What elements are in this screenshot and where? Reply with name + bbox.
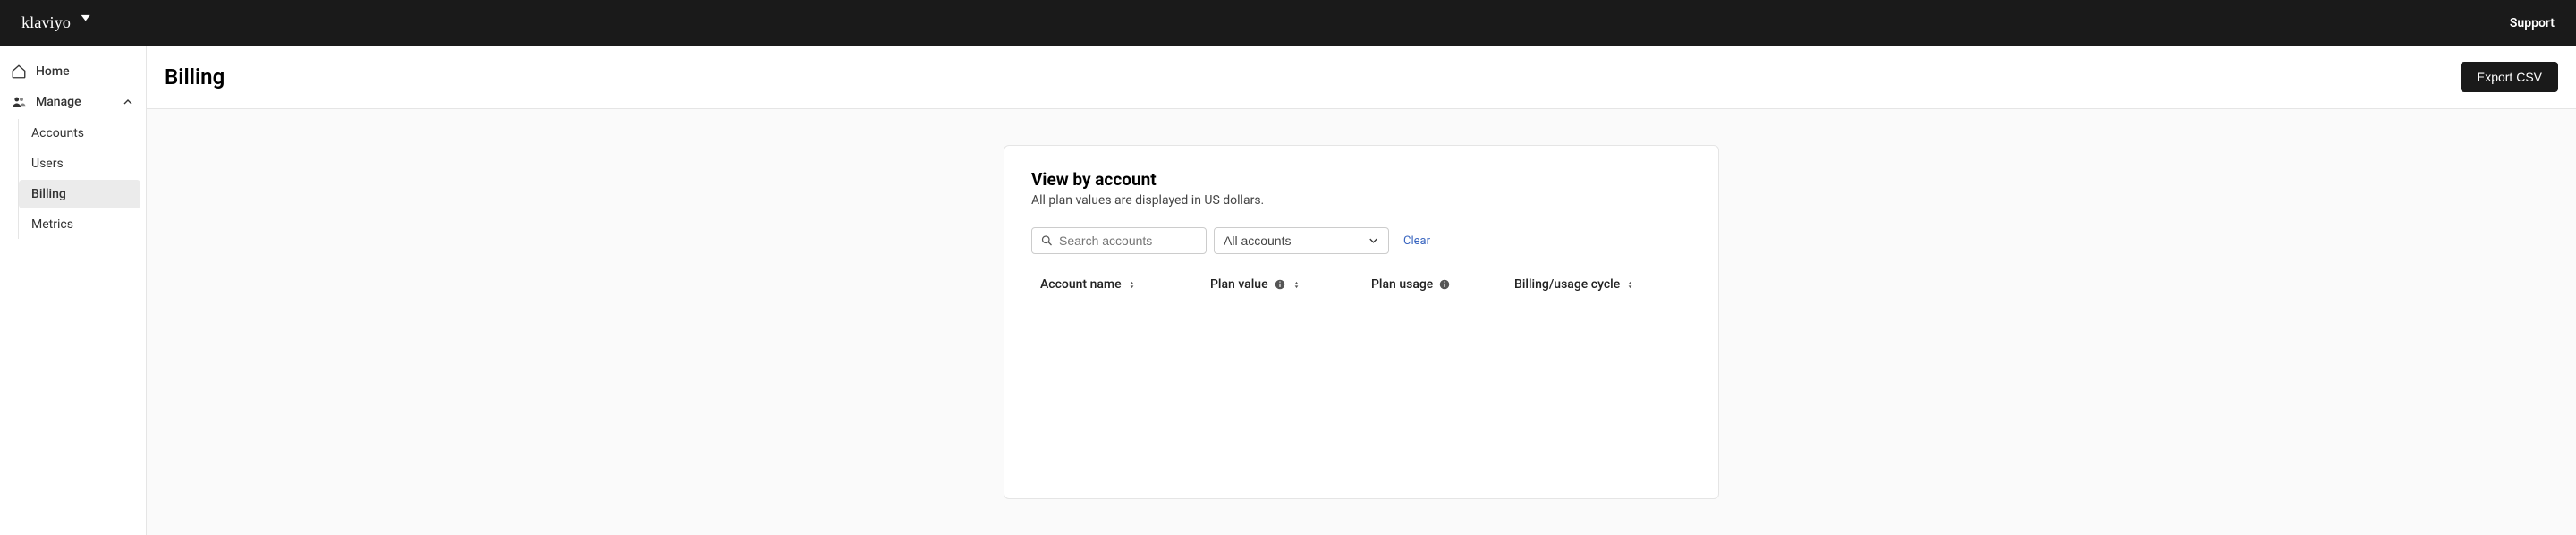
people-icon [11, 94, 27, 110]
sort-icon [1127, 280, 1137, 290]
klaviyo-logo-icon: klaviyo [21, 13, 111, 34]
search-icon [1040, 234, 1054, 248]
sidebar-home-label: Home [36, 64, 70, 79]
support-link[interactable]: Support [2510, 16, 2555, 30]
col-name-label: Account name [1040, 277, 1122, 292]
card-subtitle: All plan values are displayed in US doll… [1031, 193, 1691, 208]
chevron-up-icon [121, 95, 135, 109]
accounts-dropdown[interactable]: All accounts [1214, 227, 1389, 254]
table-header-row: Account name Plan value [1031, 277, 1691, 292]
svg-text:klaviyo: klaviyo [21, 13, 71, 30]
sidebar-item-home[interactable]: Home [0, 56, 146, 87]
content-area: View by account All plan values are disp… [147, 109, 2576, 535]
main-content: Billing Export CSV View by account All p… [147, 46, 2576, 535]
search-accounts-input[interactable] [1031, 227, 1207, 254]
column-header-billing-cycle[interactable]: Billing/usage cycle [1514, 277, 1657, 292]
card-title: View by account [1031, 169, 1691, 190]
filter-controls: All accounts Clear [1031, 227, 1691, 254]
view-by-account-card: View by account All plan values are disp… [1004, 145, 1719, 499]
col-value-label: Plan value [1210, 277, 1268, 292]
export-csv-button[interactable]: Export CSV [2461, 62, 2558, 92]
page-header: Billing Export CSV [147, 46, 2576, 109]
sidebar: Home Manage Accounts Users Billing Metri… [0, 46, 147, 535]
column-header-plan-usage[interactable]: Plan usage [1371, 277, 1514, 292]
sort-icon [1625, 280, 1635, 290]
col-cycle-label: Billing/usage cycle [1514, 277, 1620, 292]
column-header-plan-value[interactable]: Plan value [1210, 277, 1371, 292]
info-icon[interactable] [1438, 278, 1451, 291]
search-wrapper [1031, 227, 1207, 254]
sort-icon [1292, 280, 1301, 290]
top-bar: klaviyo Support [0, 0, 2576, 46]
page-title: Billing [165, 64, 225, 89]
home-icon [11, 64, 27, 80]
column-header-account-name[interactable]: Account name [1040, 277, 1210, 292]
sidebar-manage-label: Manage [36, 95, 81, 109]
brand-logo[interactable]: klaviyo [21, 13, 111, 34]
sidebar-item-accounts[interactable]: Accounts [19, 119, 140, 148]
info-icon[interactable] [1274, 278, 1286, 291]
sidebar-item-billing[interactable]: Billing [19, 180, 140, 208]
sidebar-item-metrics[interactable]: Metrics [19, 210, 140, 239]
sidebar-item-users[interactable]: Users [19, 149, 140, 178]
clear-filters-link[interactable]: Clear [1403, 234, 1430, 248]
sidebar-manage-submenu: Accounts Users Billing Metrics [18, 119, 146, 239]
accounts-dropdown-button[interactable]: All accounts [1214, 227, 1389, 254]
col-usage-label: Plan usage [1371, 277, 1433, 292]
sidebar-item-manage[interactable]: Manage [0, 87, 146, 117]
